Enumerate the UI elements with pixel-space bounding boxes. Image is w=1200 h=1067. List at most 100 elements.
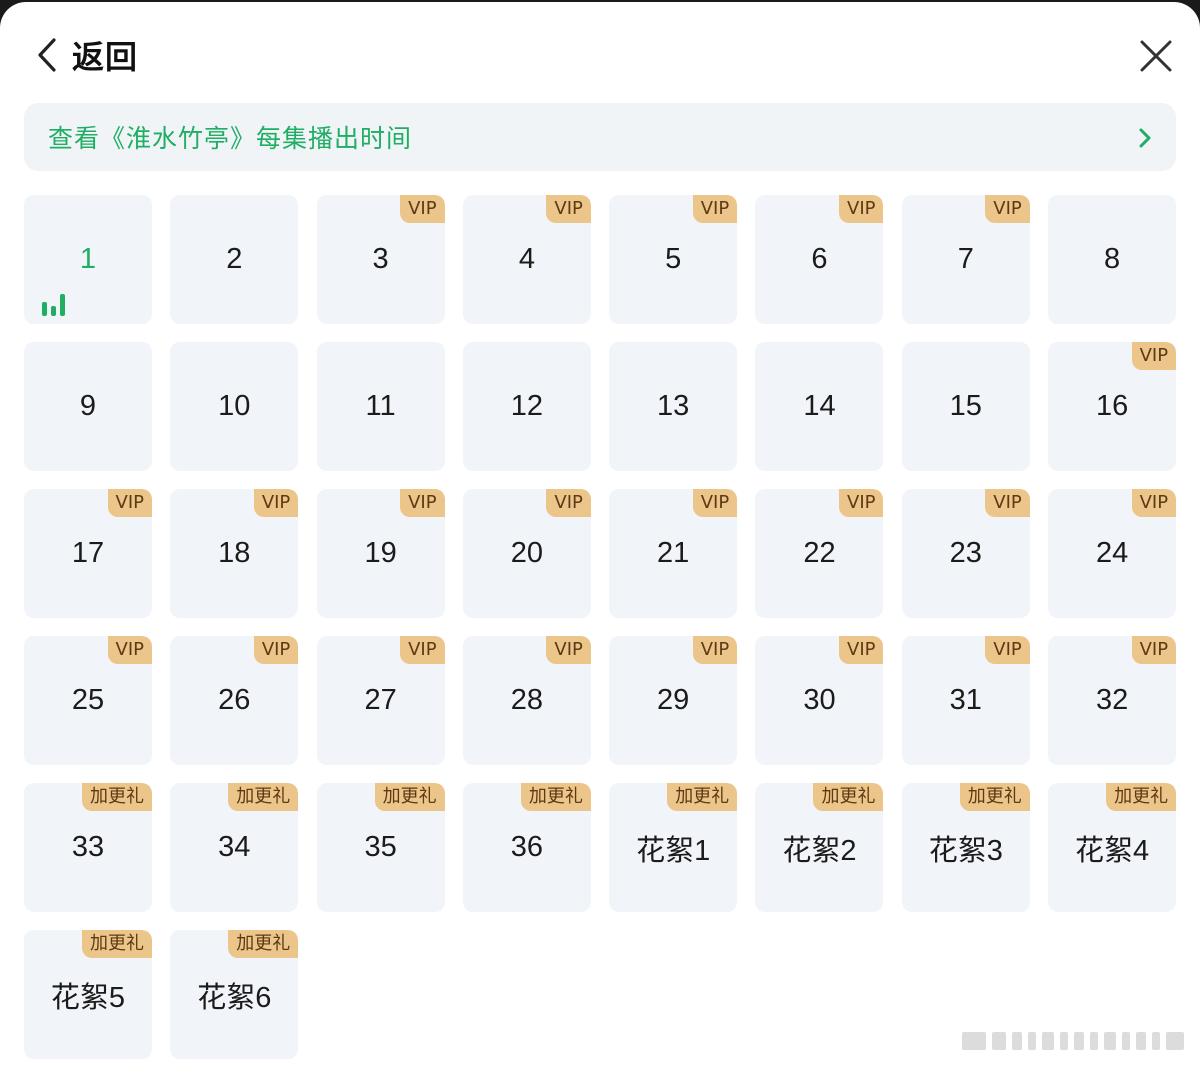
episode-label: 26 [218, 684, 251, 716]
episode-tile[interactable]: 35 加更礼 [316, 783, 445, 912]
episode-tile[interactable]: 11 [316, 342, 445, 471]
episode-tile[interactable]: 32 VIP [1048, 636, 1177, 765]
episode-tile[interactable]: 16 VIP [1048, 342, 1177, 471]
vip-badge: VIP [253, 636, 299, 664]
episode-label: 18 [218, 537, 251, 569]
episode-label: 花絮2 [782, 834, 857, 867]
episode-tile[interactable]: 20 VIP [462, 489, 591, 618]
episode-label: 4 [518, 243, 535, 275]
episode-tile[interactable]: 12 [462, 342, 591, 471]
vip-badge: VIP [692, 489, 738, 517]
vip-badge: VIP [546, 195, 591, 223]
episode-tile[interactable]: 25 VIP [24, 636, 152, 765]
episode-tile[interactable]: 17 VIP [24, 489, 152, 618]
episode-tile[interactable]: 19 VIP [316, 489, 445, 618]
episode-label: 16 [1095, 390, 1129, 422]
now-playing-icon [40, 292, 68, 316]
episode-tile[interactable]: 花絮2 加更礼 [755, 783, 884, 912]
episode-label: 13 [657, 390, 690, 422]
vip-badge: VIP [107, 489, 152, 517]
vip-badge: VIP [400, 195, 445, 223]
episode-tile[interactable]: 2 [170, 195, 299, 324]
bonus-badge: 加更礼 [1106, 783, 1177, 811]
episode-tile[interactable]: 1 [24, 195, 152, 324]
episode-tile[interactable]: 24 VIP [1048, 489, 1177, 618]
vip-badge: VIP [1131, 342, 1177, 370]
episode-tile[interactable]: 花絮1 加更礼 [609, 783, 738, 912]
episode-label: 9 [79, 390, 97, 422]
back-button[interactable]: 返回 [36, 32, 138, 78]
episode-tile[interactable]: 10 [170, 342, 299, 471]
episode-tile[interactable]: 花絮3 加更礼 [901, 783, 1030, 912]
episode-tile[interactable]: 6 VIP [755, 195, 884, 324]
episode-tile[interactable]: 花絮4 加更礼 [1048, 783, 1177, 912]
vip-badge: VIP [1131, 489, 1177, 517]
episode-label: 8 [1104, 243, 1121, 275]
episode-label: 28 [510, 684, 544, 716]
episode-label: 24 [1095, 537, 1129, 569]
episode-tile[interactable]: 34 加更礼 [170, 783, 299, 912]
episode-label: 5 [665, 243, 682, 275]
episode-label: 35 [364, 831, 397, 863]
episode-label: 32 [1095, 684, 1129, 716]
episode-tile[interactable]: 9 [24, 342, 152, 471]
close-icon [1134, 34, 1178, 78]
vip-badge: VIP [546, 489, 591, 517]
episode-label: 花絮6 [197, 981, 272, 1014]
episode-tile[interactable]: 13 [609, 342, 738, 471]
episode-tile[interactable]: 15 [901, 342, 1030, 471]
close-button[interactable] [1134, 34, 1178, 78]
bonus-badge: 加更礼 [82, 783, 152, 811]
bonus-badge: 加更礼 [959, 783, 1030, 811]
episode-tile[interactable]: 8 [1048, 195, 1177, 324]
episode-label: 17 [71, 537, 105, 569]
vip-badge: VIP [546, 636, 591, 664]
episode-label: 花絮5 [50, 981, 126, 1014]
episode-label: 2 [226, 243, 243, 275]
episode-tile[interactable]: 28 VIP [462, 636, 591, 765]
vip-badge: VIP [692, 636, 738, 664]
episode-label: 22 [803, 537, 836, 569]
vip-badge: VIP [839, 489, 884, 517]
episode-label: 25 [71, 684, 105, 716]
episode-label: 34 [218, 831, 251, 863]
episode-tile[interactable]: 花絮5 加更礼 [24, 930, 152, 1059]
episode-tile[interactable]: 22 VIP [755, 489, 884, 618]
episode-label: 30 [803, 684, 836, 716]
episode-tile[interactable]: 18 VIP [170, 489, 299, 618]
episode-tile[interactable]: 21 VIP [609, 489, 738, 618]
episode-label: 29 [657, 684, 690, 716]
episode-label: 花絮1 [636, 834, 711, 867]
episode-tile[interactable]: 5 VIP [609, 195, 738, 324]
bonus-badge: 加更礼 [82, 930, 152, 958]
episode-tile[interactable]: 14 [755, 342, 884, 471]
episode-tile[interactable]: 4 VIP [462, 195, 591, 324]
episode-tile[interactable]: 27 VIP [316, 636, 445, 765]
episode-tile[interactable]: 23 VIP [901, 489, 1030, 618]
episode-tile[interactable]: 花絮6 加更礼 [170, 930, 299, 1059]
episode-label: 6 [811, 243, 828, 275]
vip-badge: VIP [107, 636, 152, 664]
episode-label: 花絮3 [928, 834, 1003, 867]
episode-tile[interactable]: 30 VIP [755, 636, 884, 765]
episode-tile[interactable]: 36 加更礼 [462, 783, 591, 912]
episode-tile[interactable]: 33 加更礼 [24, 783, 152, 912]
episode-label: 20 [510, 537, 544, 569]
vip-badge: VIP [985, 636, 1030, 664]
episode-tile[interactable]: 3 VIP [316, 195, 445, 324]
episode-label: 31 [949, 684, 982, 716]
air-schedule-link[interactable]: 查看《淮水竹亭》每集播出时间 [24, 103, 1176, 171]
bonus-badge: 加更礼 [228, 783, 299, 811]
episode-label: 27 [364, 684, 397, 716]
episode-label: 36 [510, 831, 544, 863]
chevron-left-icon [36, 37, 58, 73]
vip-badge: VIP [985, 195, 1030, 223]
episode-tile[interactable]: 26 VIP [170, 636, 299, 765]
vip-badge: VIP [839, 195, 884, 223]
vip-badge: VIP [400, 636, 445, 664]
episode-tile[interactable]: 31 VIP [901, 636, 1030, 765]
vip-badge: VIP [1131, 636, 1177, 664]
bonus-badge: 加更礼 [813, 783, 884, 811]
episode-tile[interactable]: 29 VIP [609, 636, 738, 765]
episode-tile[interactable]: 7 VIP [901, 195, 1030, 324]
